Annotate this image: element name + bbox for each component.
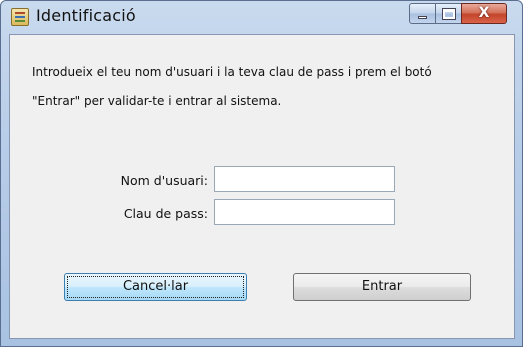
close-button[interactable]: X: [461, 3, 507, 24]
minimize-button[interactable]: [409, 3, 436, 24]
title-bar[interactable]: Identificació X: [1, 1, 522, 34]
window-title: Identificació: [36, 6, 136, 25]
close-icon: X: [478, 5, 490, 21]
username-label: Nom d'usuari:: [120, 173, 208, 188]
maximize-button[interactable]: [435, 3, 462, 24]
username-field[interactable]: [214, 166, 395, 192]
maximize-icon: [442, 8, 456, 20]
instruction-line-1: Introdueix el teu nom d'usuari i la teva…: [32, 65, 432, 79]
enter-button[interactable]: Entrar: [293, 273, 471, 301]
java-app-icon: [11, 8, 29, 26]
cancel-button[interactable]: Cancel·lar: [64, 273, 247, 301]
password-label: Clau de pass:: [123, 206, 208, 221]
instruction-line-2: "Entrar" per validar-te i entrar al sist…: [32, 94, 282, 108]
password-field[interactable]: [214, 199, 395, 225]
minimize-icon: [418, 16, 427, 19]
